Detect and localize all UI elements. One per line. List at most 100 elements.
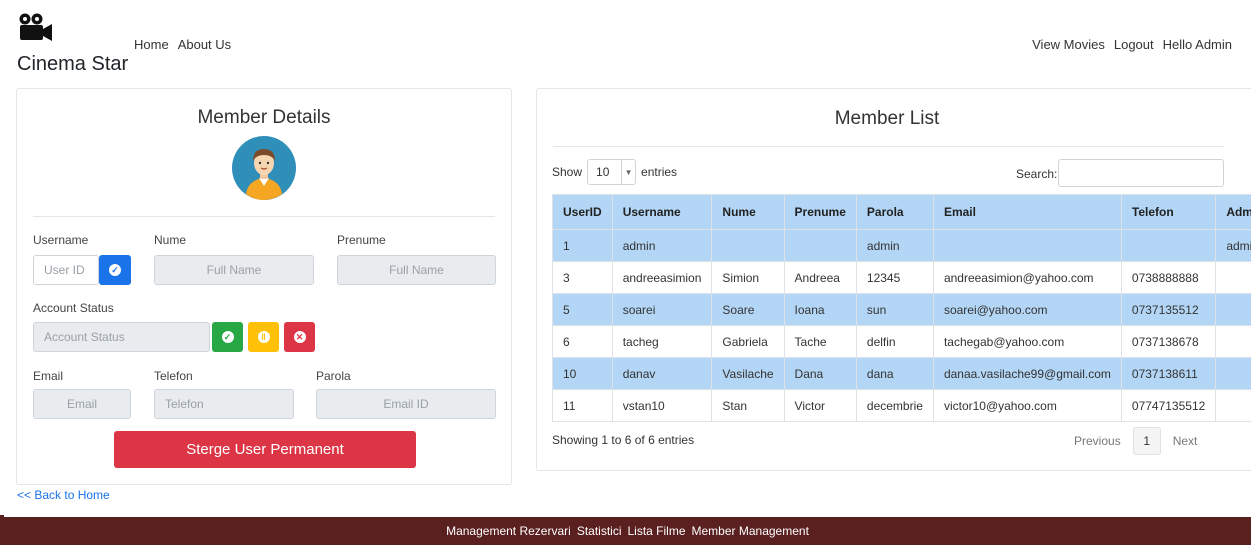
telefon-field[interactable]: Telefon (154, 389, 294, 419)
table-row[interactable]: 6 tacheg Gabriela Tache delfin tachegab@yahoo… (552, 325, 1251, 358)
col-header[interactable]: Parola (855, 194, 934, 230)
table-cell: Victor (783, 389, 857, 422)
main-nav: Home About Us (134, 37, 231, 52)
table-cell: Gabriela (711, 325, 785, 358)
footer-lista-filme[interactable]: Lista Filme (628, 524, 686, 538)
nav-home[interactable]: Home (134, 37, 169, 52)
table-cell: soarei@yahoo.com (932, 293, 1122, 326)
table-cell: andreeasimion (611, 261, 713, 294)
next-page[interactable]: Next (1173, 434, 1198, 448)
table-cell: 5 (552, 293, 613, 326)
pause-button[interactable]: ǁ (248, 322, 279, 352)
block-button[interactable]: ✕ (284, 322, 315, 352)
member-list-title: Member List (834, 108, 940, 129)
table-cell: 0737138678 (1120, 325, 1217, 358)
table-cell: 3 (552, 261, 613, 294)
table-cell (1215, 261, 1251, 294)
brand-logo[interactable] (17, 12, 53, 49)
entries-select[interactable]: 10 ▼ (587, 159, 637, 185)
table-cell: Ioana (783, 293, 857, 326)
footer-member-management[interactable]: Member Management (692, 524, 809, 538)
delete-user-button[interactable]: Sterge User Permanent (114, 431, 416, 468)
entries-control: Show 10 ▼ entries (552, 159, 677, 185)
table-cell: dana (855, 357, 934, 390)
footer-management-rezervari[interactable]: Management Rezervari (446, 524, 571, 538)
table-cell: 0737138611 (1120, 357, 1217, 390)
col-header[interactable]: Adm (1215, 194, 1251, 230)
col-header[interactable]: Nume (711, 194, 785, 230)
table-cell (1120, 229, 1217, 262)
parola-field[interactable]: Email ID (316, 389, 496, 419)
footer-statistici[interactable]: Statistici (577, 524, 622, 538)
table-cell: sun (855, 293, 934, 326)
page-1[interactable]: 1 (1132, 427, 1161, 455)
show-label: Show (552, 165, 583, 179)
table-row[interactable]: 5 soarei Soare Ioana sun soarei@yahoo.com 0737… (552, 293, 1251, 326)
table-cell: admin (855, 229, 934, 262)
close-icon: ✕ (293, 331, 306, 343)
nav-view-movies[interactable]: View Movies (1032, 37, 1105, 52)
chevron-down-icon: ▼ (621, 160, 635, 184)
prenume-label: Prenume (337, 233, 386, 247)
nav-hello-admin[interactable]: Hello Admin (1163, 37, 1232, 52)
table-cell (1215, 293, 1251, 326)
col-header[interactable]: Email (932, 194, 1122, 230)
col-header[interactable]: UserID (552, 194, 613, 230)
table-cell (783, 229, 857, 262)
nav-about-us[interactable]: About Us (178, 37, 231, 52)
user-id-field[interactable]: User ID (33, 255, 99, 285)
member-details-title: Member Details (197, 107, 331, 128)
table-cell: delfin (855, 325, 934, 358)
col-header[interactable]: Prenume (783, 194, 857, 230)
back-to-home-link[interactable]: << Back to Home (17, 488, 110, 502)
table-row[interactable]: 1adminadminadmin (552, 229, 1251, 262)
search-input[interactable] (1058, 159, 1224, 187)
search-label: Search: (1016, 167, 1058, 181)
table-row[interactable]: 11 vstan10 Stan Victor decembrie victor10@yah… (552, 389, 1251, 422)
table-cell: soarei (611, 293, 713, 326)
table-cell: 11 (552, 389, 613, 422)
member-table: UserID Username Nume Prenume Parola Emai… (552, 194, 1251, 422)
table-cell: 6 (552, 325, 613, 358)
previous-page[interactable]: Previous (1074, 434, 1121, 448)
full-name-field-2[interactable]: Full Name (337, 255, 496, 285)
brand-name[interactable]: Cinema Star (17, 53, 128, 76)
email-label: Email (33, 369, 64, 383)
table-row[interactable]: 3 andreeasimion Simion Andreea 12345 andreeas… (552, 261, 1251, 294)
col-header[interactable]: Username (611, 194, 713, 230)
table-cell: Simion (711, 261, 785, 294)
table-cell: 07747135512 (1120, 389, 1217, 422)
pagination: Previous 1 Next (1074, 427, 1197, 455)
entries-value: 10 (596, 165, 610, 179)
pause-icon: ǁ (257, 331, 270, 343)
divider (33, 216, 495, 217)
table-cell: admin (1215, 229, 1251, 262)
table-cell: Andreea (783, 261, 857, 294)
telefon-label: Telefon (154, 369, 193, 383)
full-name-field-1[interactable]: Full Name (154, 255, 314, 285)
check-icon: ✓ (221, 331, 234, 343)
activate-button[interactable]: ✓ (212, 322, 243, 352)
table-cell: danav (611, 357, 713, 390)
table-cell: andreeasimion@yahoo.com (932, 261, 1122, 294)
member-list-card: Member List Show 10 ▼ entries Search: Us… (536, 88, 1251, 471)
user-avatar-icon (232, 136, 296, 200)
check-icon: ✓ (109, 264, 121, 276)
table-cell (1215, 325, 1251, 358)
member-details-card: Member Details Username Nume Prenume Use… (16, 88, 512, 485)
nume-label: Nume (154, 233, 187, 247)
table-cell: Stan (711, 389, 785, 422)
table-row[interactable]: 10 danav Vasilache Dana dana danaa.vasilache9… (552, 357, 1251, 390)
user-nav: View Movies Logout Hello Admin (1032, 37, 1232, 52)
table-cell: tachegab@yahoo.com (932, 325, 1122, 358)
table-cell (1215, 389, 1251, 422)
nav-logout[interactable]: Logout (1114, 37, 1154, 52)
col-header[interactable]: Telefon (1120, 194, 1217, 230)
divider (553, 146, 1224, 147)
email-field[interactable]: Email (33, 389, 131, 419)
lookup-user-button[interactable]: ✓ (99, 255, 131, 285)
username-label: Username (33, 233, 89, 247)
table-cell: Soare (711, 293, 785, 326)
table-cell (711, 229, 785, 262)
account-status-field[interactable]: Account Status (33, 322, 210, 352)
